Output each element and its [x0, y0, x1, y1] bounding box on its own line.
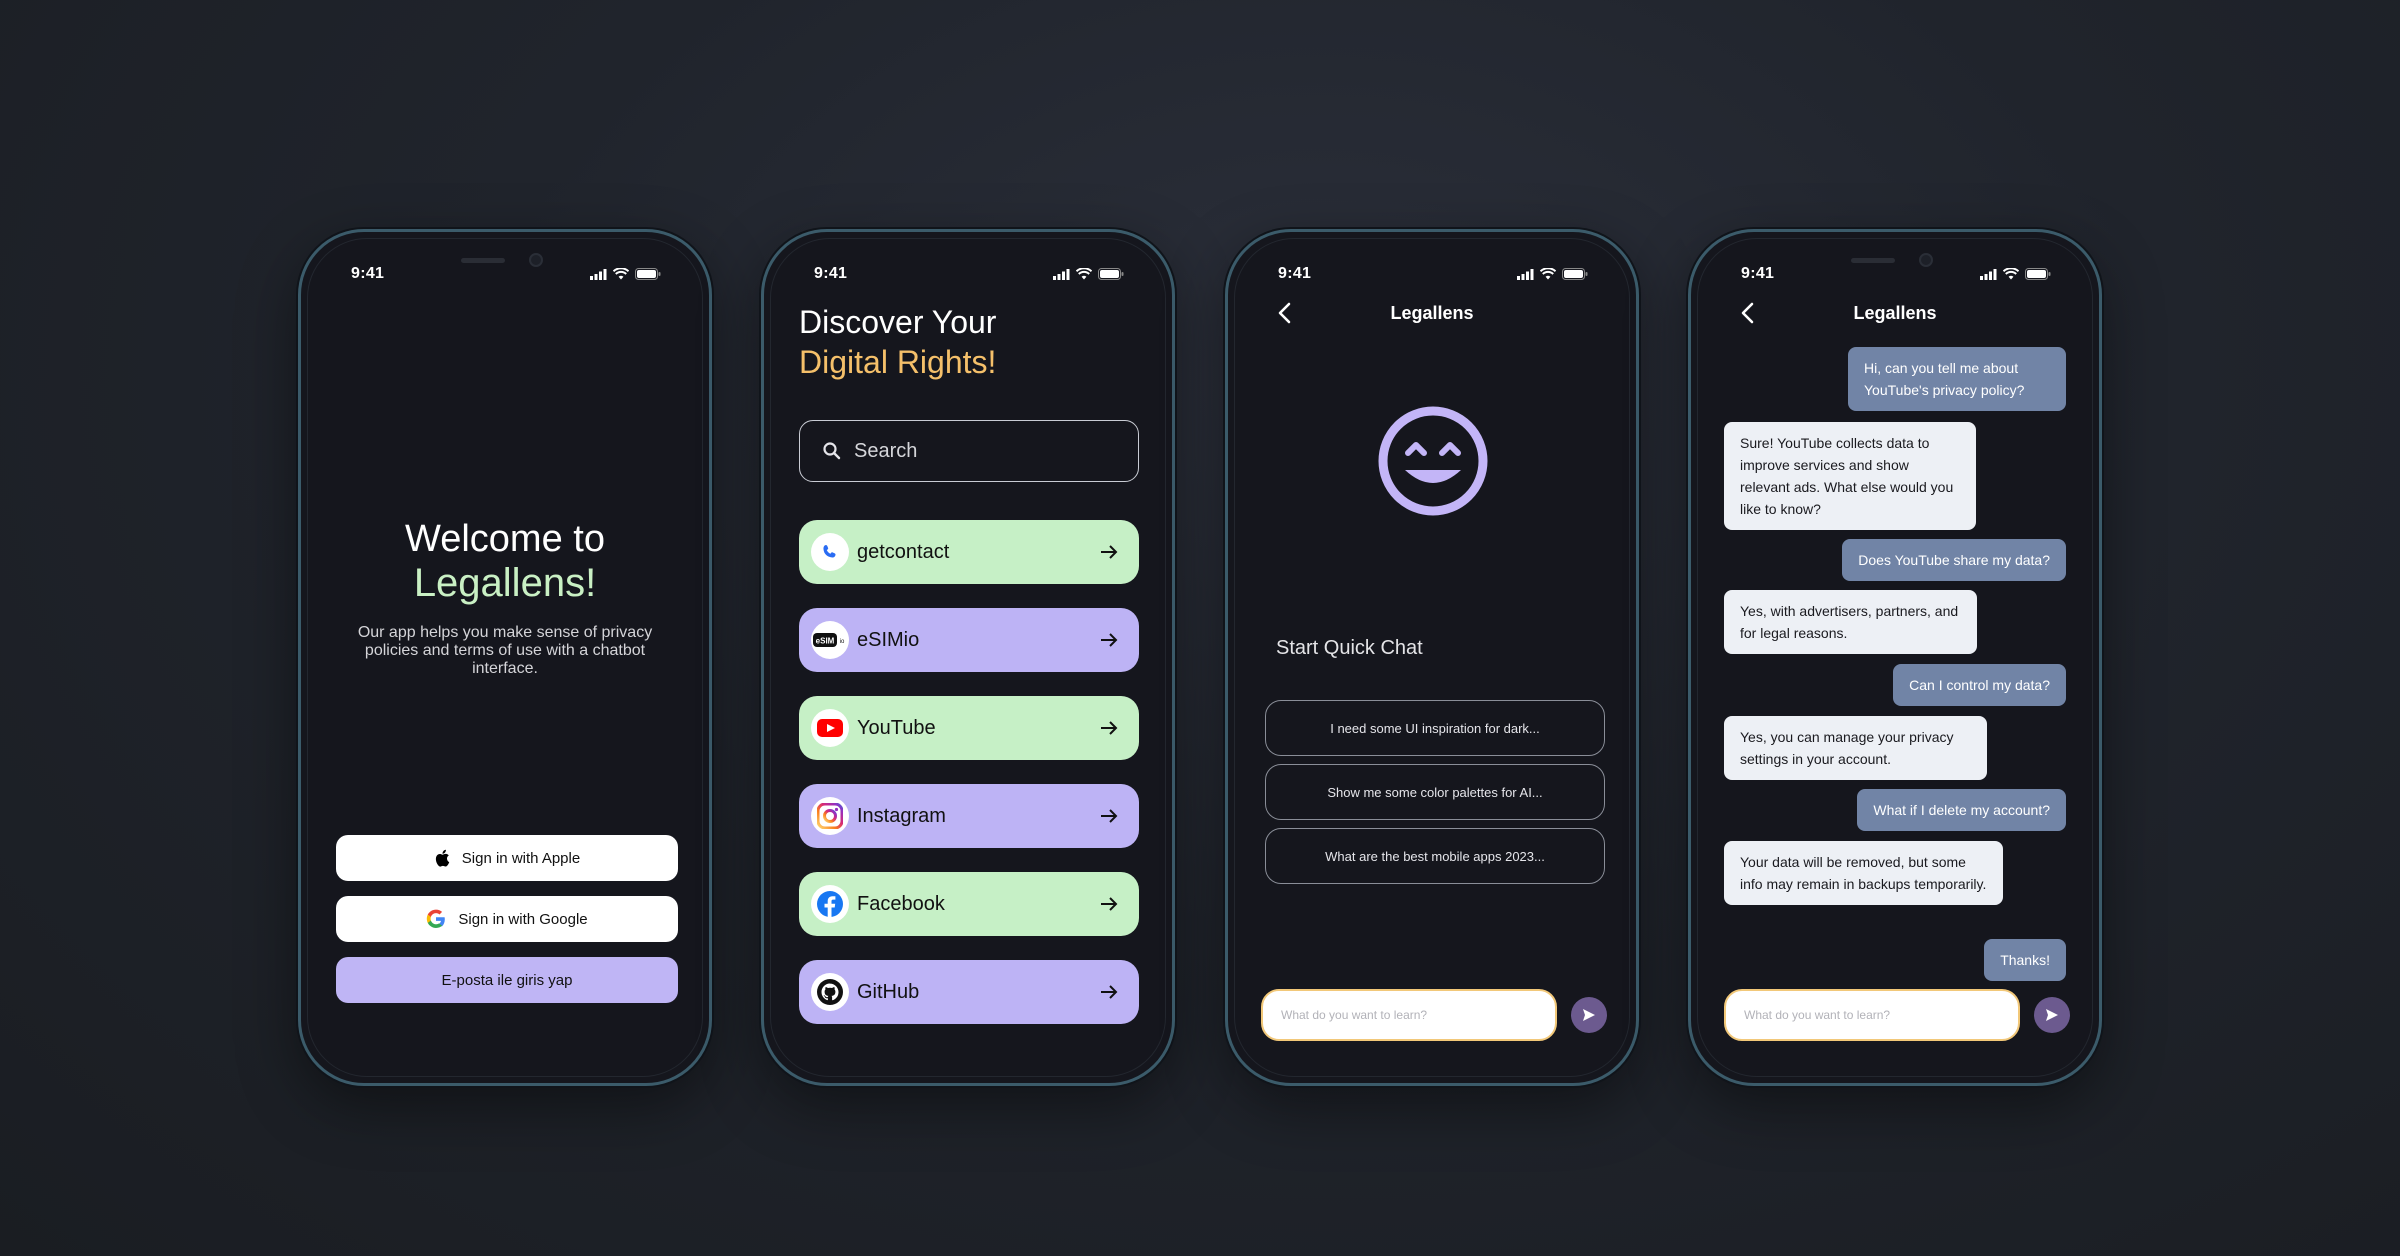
chat-message-input[interactable]: [1724, 989, 2020, 1041]
smiley-face-icon: [1378, 406, 1488, 516]
app-name: GitHub: [857, 980, 920, 1003]
app-name: Instagram: [857, 804, 946, 827]
wifi-icon: [2003, 268, 2019, 280]
app-item-facebook[interactable]: Facebook: [799, 872, 1139, 936]
sign-in-google-label: Sign in with Google: [458, 910, 588, 928]
search-placeholder: Search: [854, 439, 918, 462]
status-time: 9:41: [1741, 265, 1775, 282]
phone-discover-screen: 9:41 Discover Your Digital Rights! Searc…: [761, 229, 1175, 1086]
github-icon: [811, 973, 849, 1011]
app-item-youtube[interactable]: YouTube: [799, 696, 1139, 760]
user-message-bubble: Thanks!: [1984, 939, 2066, 981]
phone-welcome-screen: 9:41 Welcome to Legallens! Our app helps…: [298, 229, 712, 1086]
bot-message-bubble: Yes, you can manage your privacy setting…: [1724, 716, 1987, 780]
sign-in-google-button[interactable]: Sign in with Google: [336, 896, 678, 942]
chat-header-title: Legallens: [1853, 303, 1937, 323]
bot-message-bubble: Sure! YouTube collects data to improve s…: [1724, 422, 1976, 530]
sign-in-email-button[interactable]: E-posta ile giris yap: [336, 957, 678, 1003]
phone-quick-chat-screen: 9:41 Legallens Start Quick Chat I need s…: [1225, 229, 1639, 1086]
signal-icon: [1980, 268, 1997, 280]
quick-prompt-button[interactable]: What are the best mobile apps 2023...: [1265, 828, 1605, 884]
app-name: eSIMio: [857, 628, 920, 651]
arrow-right-icon: [1101, 545, 1118, 559]
status-time: 9:41: [814, 265, 848, 282]
app-name: YouTube: [857, 716, 936, 739]
svg-text:io: io: [840, 639, 845, 645]
app-item-instagram[interactable]: Instagram: [799, 784, 1139, 848]
battery-icon: [635, 268, 661, 280]
quick-prompt-button[interactable]: Show me some color palettes for AI...: [1265, 764, 1605, 820]
google-icon: [427, 909, 446, 928]
phone-conversation-screen: 9:41 Legallens Hi, can you tell me about…: [1688, 229, 2102, 1086]
search-icon: [823, 442, 841, 460]
chat-header-title: Legallens: [1390, 303, 1474, 323]
quick-prompt-button[interactable]: I need some UI inspiration for dark...: [1265, 700, 1605, 756]
signal-icon: [590, 268, 607, 280]
sign-in-apple-label: Sign in with Apple: [461, 849, 581, 867]
app-name: getcontact: [857, 540, 950, 563]
app-item-esimio[interactable]: eSIM io eSIMio: [799, 608, 1139, 672]
arrow-right-icon: [1101, 897, 1118, 911]
youtube-icon: [811, 709, 849, 747]
apple-icon: [435, 849, 449, 867]
app-description: Our app helps you make sense of privacy …: [357, 624, 653, 677]
facebook-icon: [811, 885, 849, 923]
bot-message-bubble: Yes, with advertisers, partners, and for…: [1724, 590, 1977, 654]
status-bar: 9:41: [764, 262, 1172, 286]
phone-icon: [811, 533, 849, 571]
wifi-icon: [1076, 268, 1092, 280]
signal-icon: [1053, 268, 1070, 280]
search-input[interactable]: Search: [799, 420, 1139, 482]
send-icon: [1583, 1009, 1595, 1021]
arrow-right-icon: [1101, 809, 1118, 823]
esim-icon: eSIM io: [811, 621, 849, 659]
signal-icon: [1517, 268, 1534, 280]
status-time: 9:41: [351, 265, 385, 282]
user-message-bubble: Hi, can you tell me about YouTube's priv…: [1848, 347, 2066, 411]
battery-icon: [1562, 268, 1588, 280]
send-icon: [2046, 1009, 2058, 1021]
wifi-icon: [613, 268, 629, 280]
svg-text:eSIM: eSIM: [816, 637, 835, 646]
heading-line-1: Discover Your: [799, 304, 997, 340]
user-message-bubble: Does YouTube share my data?: [1842, 539, 2066, 581]
arrow-right-icon: [1101, 985, 1118, 999]
send-button[interactable]: [1571, 997, 1607, 1033]
app-brand-name: Legallens!: [413, 561, 597, 605]
battery-icon: [1098, 268, 1124, 280]
quick-chat-title: Start Quick Chat: [1276, 637, 1423, 659]
status-bar: 9:41: [1228, 262, 1636, 286]
battery-icon: [2025, 268, 2051, 280]
status-bar: 9:41: [301, 262, 709, 286]
status-time: 9:41: [1278, 265, 1312, 282]
app-name: Facebook: [857, 892, 945, 915]
bot-message-bubble: Your data will be removed, but some info…: [1724, 841, 2003, 905]
instagram-icon: [811, 797, 849, 835]
app-item-getcontact[interactable]: getcontact: [799, 520, 1139, 584]
sign-in-email-label: E-posta ile giris yap: [441, 971, 573, 989]
arrow-right-icon: [1101, 721, 1118, 735]
heading-line-2: Digital Rights!: [799, 344, 997, 380]
arrow-right-icon: [1101, 633, 1118, 647]
chat-message-input[interactable]: [1261, 989, 1557, 1041]
wifi-icon: [1540, 268, 1556, 280]
welcome-title: Welcome to: [405, 518, 605, 560]
user-message-bubble: What if I delete my account?: [1857, 789, 2066, 831]
status-bar: 9:41: [1691, 262, 2099, 286]
user-message-bubble: Can I control my data?: [1893, 664, 2066, 706]
app-item-github[interactable]: GitHub: [799, 960, 1139, 1024]
sign-in-apple-button[interactable]: Sign in with Apple: [336, 835, 678, 881]
send-button[interactable]: [2034, 997, 2070, 1033]
